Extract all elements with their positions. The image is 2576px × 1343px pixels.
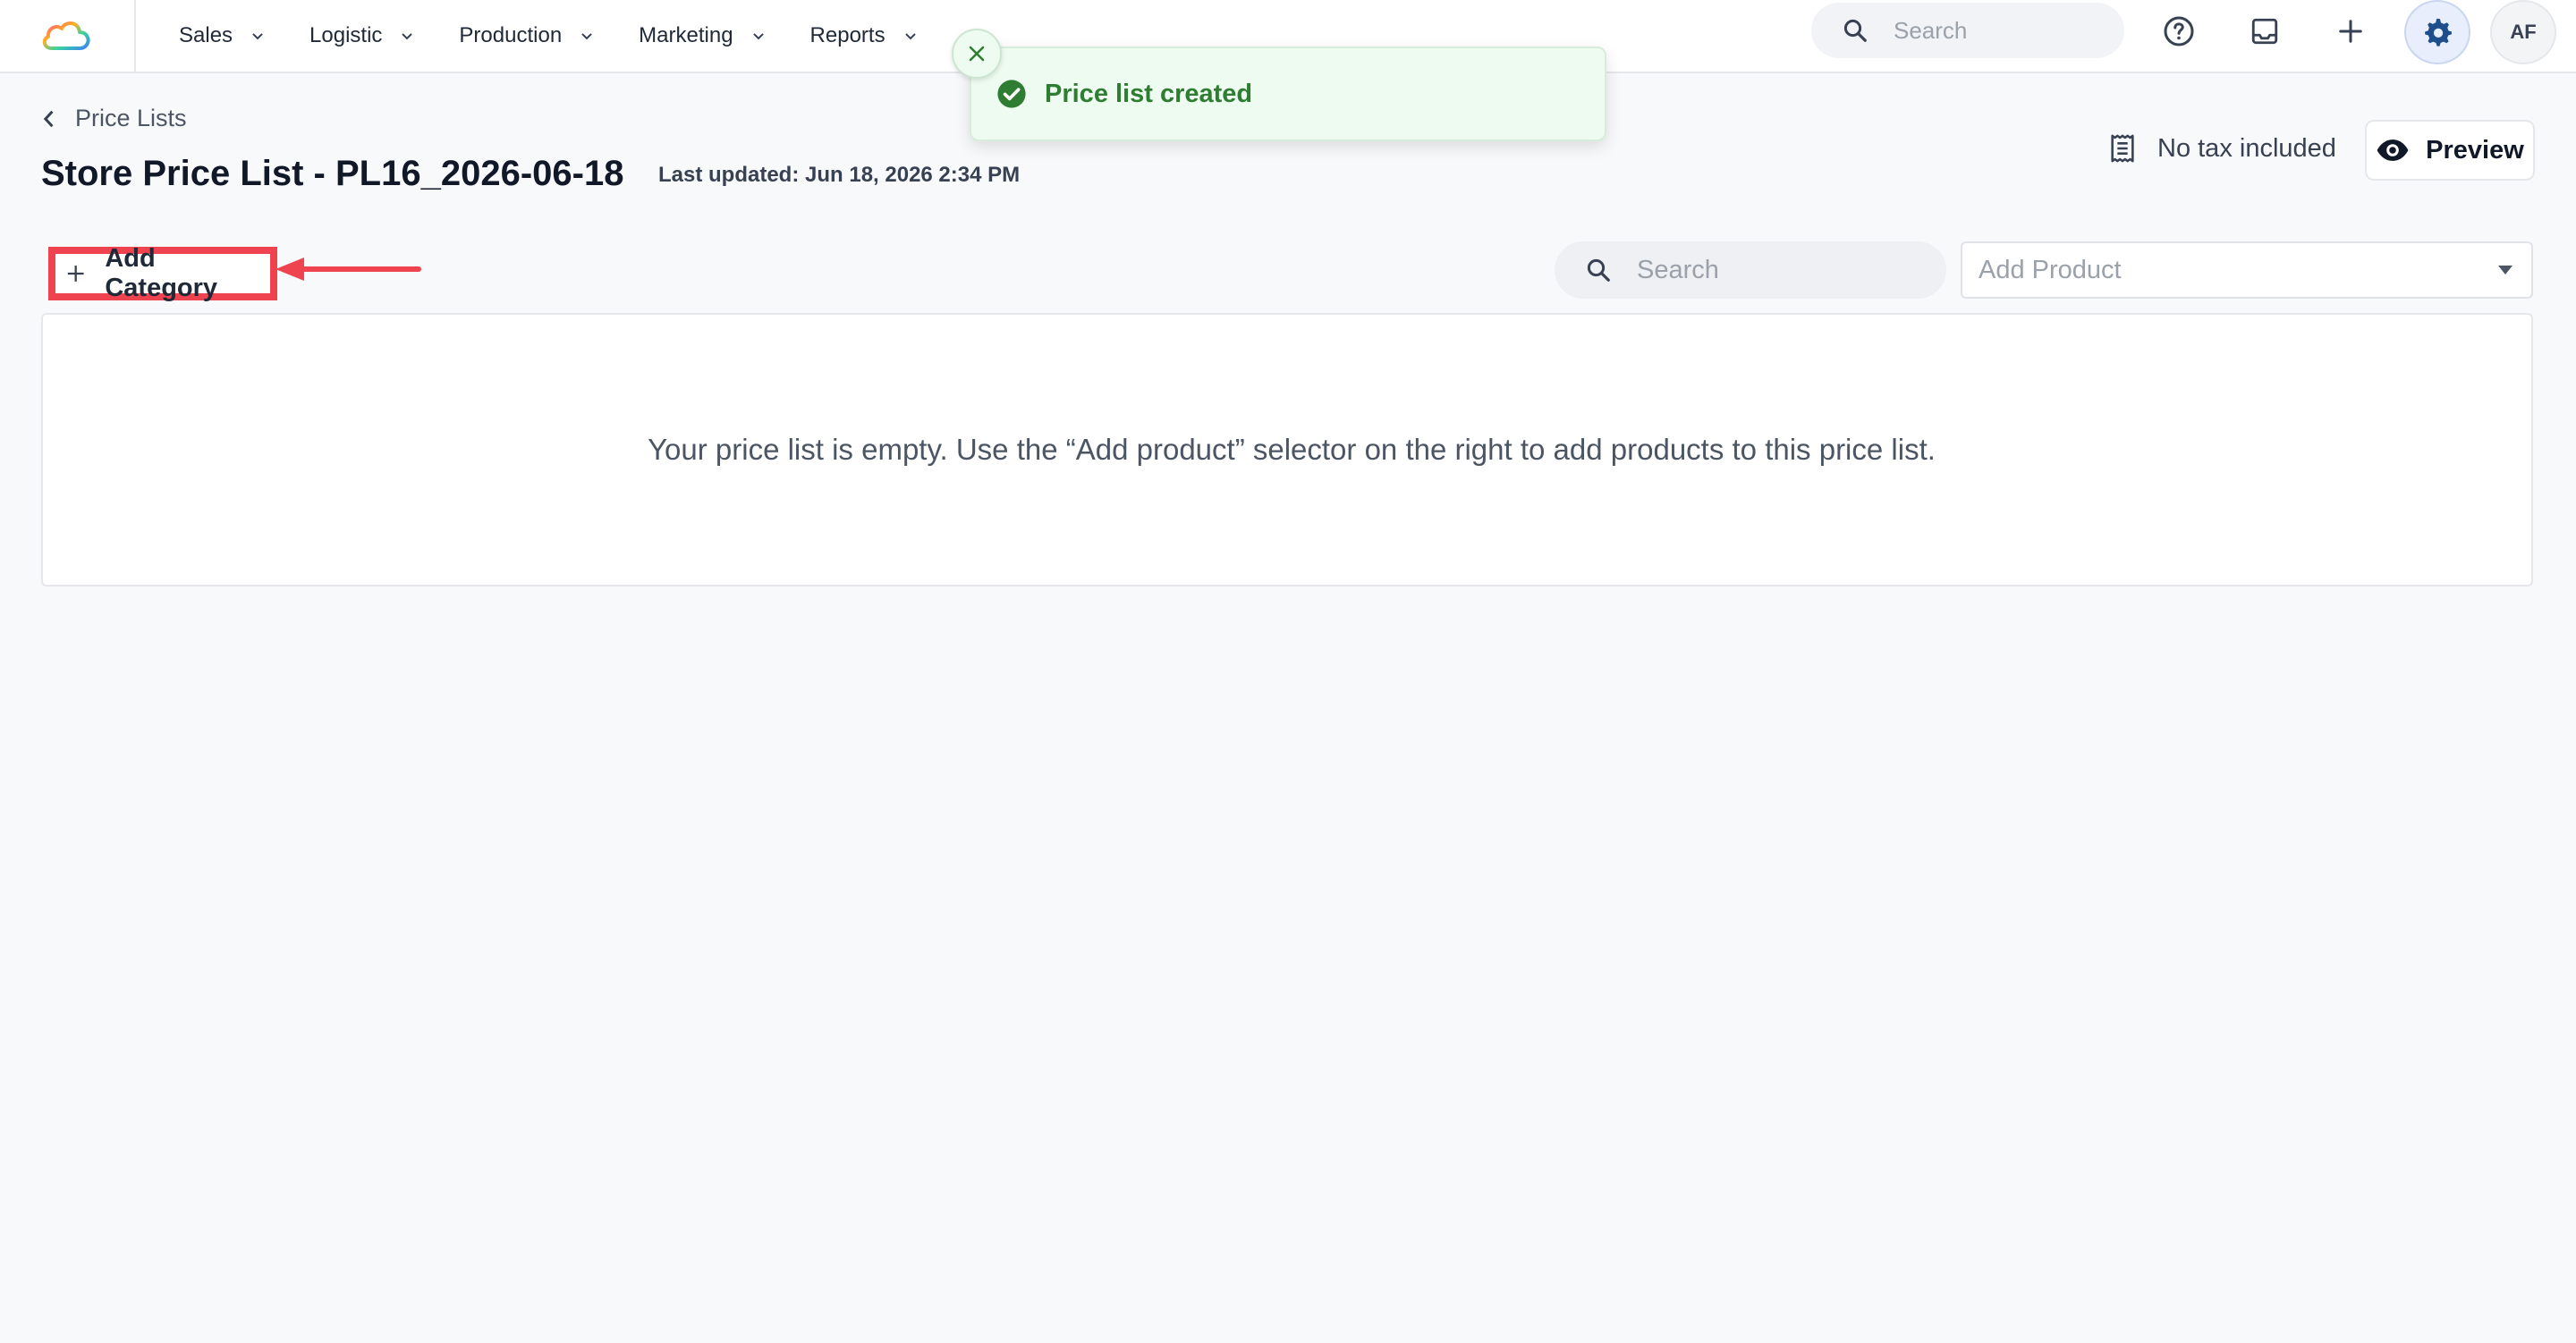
settings-button[interactable] bbox=[2404, 0, 2470, 64]
list-search-input[interactable] bbox=[1637, 255, 1923, 285]
gear-icon bbox=[2425, 18, 2452, 46]
add-product-select[interactable]: Add Product bbox=[1961, 241, 2533, 299]
close-icon bbox=[969, 46, 985, 62]
nav-item-sales[interactable]: Sales bbox=[179, 23, 265, 48]
tax-label: No tax included bbox=[2157, 133, 2336, 163]
chevron-down-icon bbox=[581, 33, 592, 40]
nav-item-label: Logistic bbox=[309, 23, 383, 47]
help-button[interactable] bbox=[2147, 3, 2211, 60]
price-list-empty-panel: Your price list is empty. Use the “Add p… bbox=[41, 313, 2533, 587]
toast-close-button[interactable] bbox=[952, 29, 1002, 79]
nav-item-label: Reports bbox=[809, 23, 886, 47]
empty-state-message: Your price list is empty. Use the “Add p… bbox=[648, 433, 1936, 466]
chevron-left-icon bbox=[43, 110, 54, 127]
chevron-down-icon bbox=[904, 33, 916, 40]
list-search bbox=[1555, 241, 1946, 299]
inbox-icon bbox=[2251, 18, 2278, 45]
nav-item-reports[interactable]: Reports bbox=[810, 23, 918, 48]
add-product-placeholder: Add Product bbox=[1979, 255, 2122, 284]
plus-icon bbox=[2339, 20, 2362, 43]
caret-down-icon bbox=[2498, 266, 2512, 275]
chevron-down-icon bbox=[402, 33, 413, 40]
annotation-arrow-icon bbox=[275, 258, 421, 281]
search-icon bbox=[1587, 258, 1610, 282]
chevron-down-icon bbox=[752, 33, 764, 40]
nav-item-marketing[interactable]: Marketing bbox=[639, 23, 765, 48]
global-search-input[interactable] bbox=[1894, 16, 2099, 45]
check-circle-icon bbox=[997, 80, 1026, 108]
main-nav: Sales Logistic Production Marketing Repo… bbox=[179, 0, 962, 72]
eye-icon bbox=[2377, 139, 2409, 161]
search-icon bbox=[1843, 19, 1867, 42]
avatar-initials: AF bbox=[2510, 21, 2537, 43]
plus-icon bbox=[67, 266, 84, 282]
create-button[interactable] bbox=[2318, 3, 2383, 60]
toast-message: Price list created bbox=[1045, 79, 1253, 108]
last-updated-text: Last updated: Jun 18, 2026 2:34 PM bbox=[658, 163, 1021, 187]
success-toast: Price list created bbox=[970, 46, 1606, 141]
preview-button[interactable]: Preview bbox=[2365, 120, 2535, 181]
inbox-button[interactable] bbox=[2233, 3, 2297, 60]
nav-item-label: Production bbox=[459, 23, 563, 47]
preview-label: Preview bbox=[2426, 135, 2524, 165]
add-category-button[interactable]: Add Category bbox=[48, 244, 277, 302]
breadcrumb-label: Price Lists bbox=[75, 105, 187, 131]
chevron-down-icon bbox=[252, 33, 263, 40]
cloud-logo-icon bbox=[42, 21, 90, 50]
avatar[interactable]: AF bbox=[2490, 0, 2556, 64]
tax-indicator[interactable]: No tax included bbox=[2107, 132, 2336, 165]
breadcrumb[interactable]: Price Lists bbox=[41, 105, 187, 132]
nav-item-production[interactable]: Production bbox=[459, 23, 594, 48]
add-category-label: Add Category bbox=[105, 244, 218, 302]
nav-item-logistic[interactable]: Logistic bbox=[309, 23, 414, 48]
nav-item-label: Sales bbox=[179, 23, 233, 47]
logo[interactable] bbox=[0, 0, 136, 72]
receipt-icon bbox=[2111, 134, 2134, 163]
nav-item-label: Marketing bbox=[639, 23, 733, 47]
help-icon bbox=[2164, 16, 2194, 46]
page-title: Store Price List - PL16_2026-06-18 bbox=[41, 154, 624, 193]
global-search bbox=[1811, 3, 2124, 58]
